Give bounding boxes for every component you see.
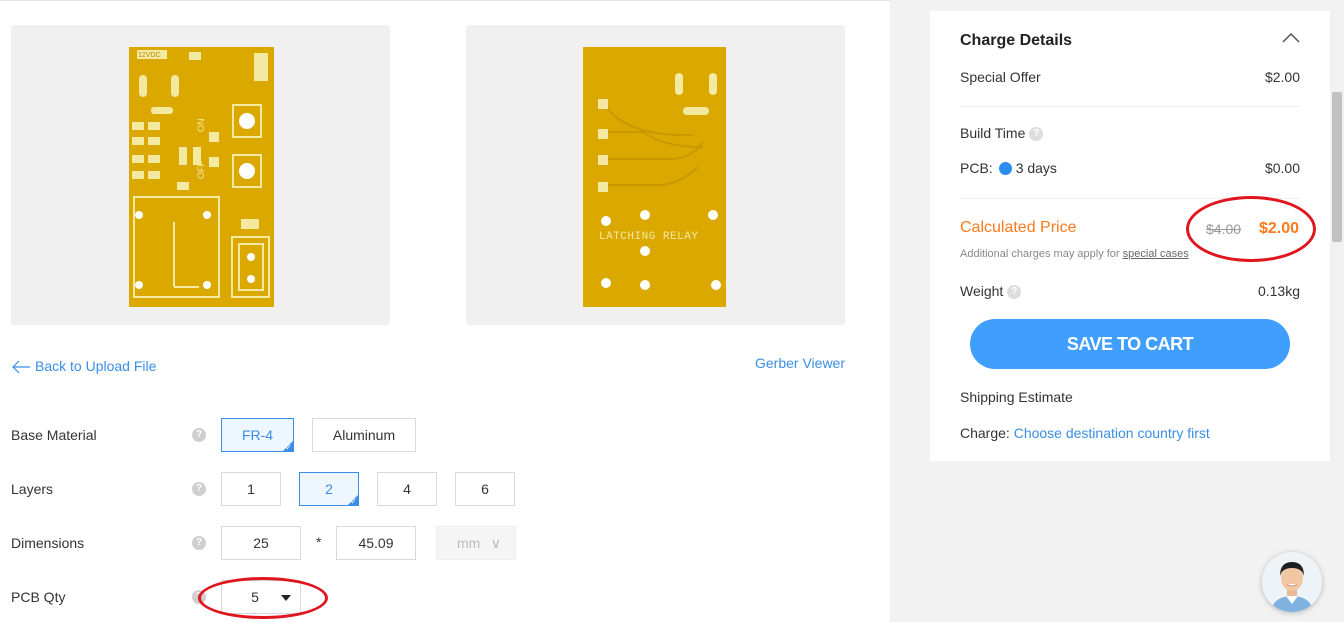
chevron-down-icon: ∨	[490, 535, 501, 551]
layers-label: Layers	[11, 481, 54, 497]
charge-details-card: Charge Details Special Offer $2.00 Build…	[930, 11, 1330, 461]
pcb-qty-label: PCB Qty	[11, 589, 66, 605]
layers-option-6[interactable]: 6	[455, 472, 515, 506]
help-icon[interactable]: ?	[192, 482, 206, 496]
build-time-label: Build Time	[960, 125, 1026, 141]
pcb-bottom-preview: LATCHING RELAY	[466, 25, 845, 325]
layers-option-2[interactable]: 2	[299, 472, 359, 508]
charge-details-title: Charge Details	[960, 32, 1073, 49]
support-chat-avatar[interactable]	[1262, 552, 1322, 612]
pcb-relay-label: LATCHING RELAY	[599, 231, 698, 243]
dimensions-row: Dimensions ? 25 * 45.09 mm ∨	[11, 526, 871, 560]
dimension-width-input[interactable]: 25	[221, 526, 301, 560]
pcb-on-label: ON	[196, 119, 206, 133]
pcb-config-panel: 12VDC ON OFF LATCHING RELAY Back to Uplo…	[0, 0, 890, 622]
original-price: $4.00	[1206, 221, 1242, 237]
help-icon[interactable]: ?	[192, 428, 206, 442]
pcb-build-line: PCB: 3 days $0.00	[960, 160, 1300, 176]
layers-option-1[interactable]: 1	[221, 472, 281, 506]
base-material-aluminum[interactable]: Aluminum	[312, 418, 416, 452]
help-icon[interactable]: ?	[1007, 285, 1022, 300]
build-time-line: Build Time?	[960, 125, 1300, 142]
pcb-days: 3 days	[1015, 160, 1057, 176]
discounted-price: $2.00	[1259, 220, 1300, 237]
special-cases-link[interactable]: special cases	[1123, 248, 1189, 260]
choose-country-link[interactable]: Choose destination country first	[1014, 425, 1210, 441]
back-to-upload-link[interactable]: Back to Upload File	[11, 358, 156, 374]
gerber-viewer-link[interactable]: Gerber Viewer	[755, 355, 845, 371]
base-material-label: Base Material	[11, 427, 97, 443]
dimension-height-input[interactable]: 45.09	[336, 526, 416, 560]
pcb-qty-value: 5	[251, 589, 259, 605]
pcb-off-label: OFF	[196, 161, 206, 179]
pcb-bottom-image: LATCHING RELAY	[583, 47, 726, 307]
additional-charges-note: Additional charges may apply for special…	[960, 248, 1189, 260]
dimension-unit-select[interactable]: mm ∨	[436, 526, 516, 560]
pcb-qty-select[interactable]: 5	[221, 580, 301, 614]
weight-label: Weight	[960, 283, 1004, 299]
shipping-estimate-label: Shipping Estimate	[960, 389, 1073, 405]
layers-row: Layers ? 1 2 4 6	[11, 472, 871, 508]
pcb-voltage-label: 12VDC	[138, 52, 161, 59]
pcb-build-value: $0.00	[1264, 160, 1300, 176]
weight-line: Weight? 0.13kg	[960, 283, 1300, 300]
charge-label: Charge:	[960, 425, 1010, 441]
special-offer-label: Special Offer	[960, 69, 1041, 85]
layers-option-4[interactable]: 4	[377, 472, 437, 506]
base-material-row: Base Material ? FR-4 Aluminum	[11, 418, 871, 454]
special-offer-value: $2.00	[1264, 69, 1300, 85]
chevron-up-icon[interactable]	[1282, 33, 1300, 43]
dimensions-label: Dimensions	[11, 535, 85, 551]
scrollbar-thumb[interactable]	[1332, 92, 1342, 242]
base-material-fr4[interactable]: FR-4	[221, 418, 294, 454]
person-avatar-icon	[1262, 552, 1322, 612]
unit-value: mm	[457, 535, 481, 551]
calculated-price-label: Calculated Price	[960, 219, 1077, 236]
back-link-label: Back to Upload File	[35, 358, 157, 374]
help-icon[interactable]: ?	[192, 590, 206, 604]
save-to-cart-button[interactable]: SAVE TO CART	[970, 319, 1290, 369]
pcb-qty-row: PCB Qty ? 5	[11, 580, 871, 614]
pcb-top-preview: 12VDC ON OFF	[11, 25, 390, 325]
shipping-charge-line: Charge: Choose destination country first	[960, 425, 1210, 441]
arrow-left-icon	[12, 360, 30, 374]
pcb-label: PCB:	[960, 160, 993, 176]
caret-down-icon	[281, 595, 291, 601]
pcb-top-image: 12VDC ON OFF	[129, 47, 274, 307]
note-text: Additional charges may apply for	[960, 248, 1123, 260]
divider	[960, 106, 1300, 107]
weight-value: 0.13kg	[1257, 283, 1300, 299]
help-icon[interactable]: ?	[1029, 127, 1044, 142]
special-offer-line: Special Offer $2.00	[960, 69, 1300, 85]
divider	[960, 198, 1300, 199]
radio-selected-icon[interactable]	[998, 162, 1012, 175]
help-icon[interactable]: ?	[192, 536, 206, 550]
dimension-separator: *	[316, 534, 322, 550]
